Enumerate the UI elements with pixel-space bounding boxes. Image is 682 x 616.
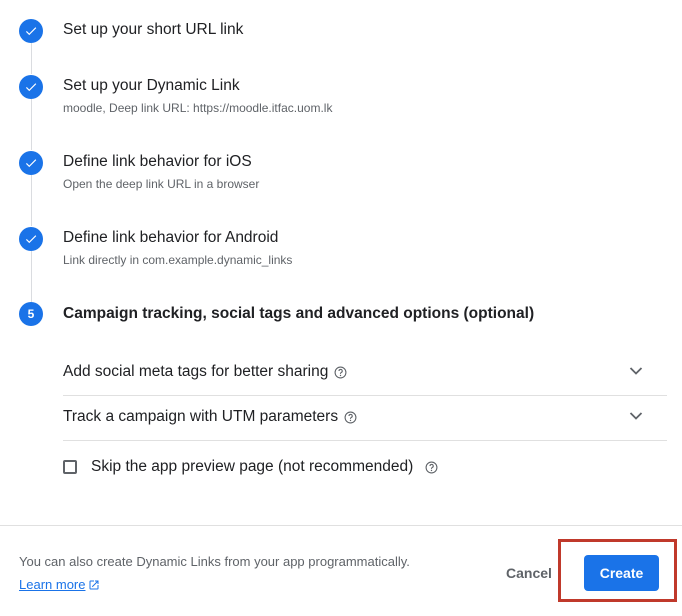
step-complete-badge <box>19 19 43 43</box>
step-subtitle: Link directly in com.example.dynamic_lin… <box>63 253 293 267</box>
step-connector <box>31 175 32 226</box>
expander-text: Track a campaign with UTM parameters <box>63 408 339 425</box>
footer-info-text: You can also create Dynamic Links from y… <box>19 554 410 569</box>
expander-label: Track a campaign with UTM parameters <box>63 408 357 426</box>
learn-more-link[interactable]: Learn more <box>19 577 100 592</box>
help-icon[interactable] <box>334 366 347 379</box>
check-icon <box>25 83 37 92</box>
step-title: Set up your Dynamic Link <box>63 77 240 94</box>
step-complete-badge <box>19 75 43 99</box>
divider <box>63 440 667 441</box>
step-connector <box>31 99 32 150</box>
check-icon <box>25 27 37 36</box>
cancel-button[interactable]: Cancel <box>502 562 556 584</box>
open-in-new-icon <box>89 580 99 589</box>
step-connector <box>31 43 32 74</box>
footer-divider <box>0 525 682 526</box>
social-meta-tags-expander[interactable]: Add social meta tags for better sharing <box>63 350 667 394</box>
step-number: 5 <box>27 307 35 321</box>
step-connector <box>31 251 32 302</box>
check-icon <box>25 235 37 244</box>
expander-text: Add social meta tags for better sharing <box>63 363 329 380</box>
step-complete-badge <box>19 227 43 251</box>
expander-label: Add social meta tags for better sharing <box>63 363 347 381</box>
learn-more-text: Learn more <box>19 577 86 592</box>
step-subtitle: moodle, Deep link URL: https://moodle.it… <box>63 101 333 115</box>
checkbox-label[interactable]: Skip the app preview page (not recommend… <box>91 458 438 476</box>
step-title: Campaign tracking, social tags and advan… <box>63 305 535 322</box>
step-subtitle: Open the deep link URL in a browser <box>63 177 260 191</box>
chevron-down-icon[interactable] <box>629 366 643 376</box>
step-title: Set up your short URL link <box>63 21 244 38</box>
check-icon <box>25 159 37 168</box>
skip-preview-row: Skip the app preview page (not recommend… <box>63 455 438 479</box>
help-icon[interactable] <box>425 461 438 474</box>
step-number-badge: 5 <box>19 302 43 326</box>
chevron-down-icon[interactable] <box>629 411 643 421</box>
help-icon[interactable] <box>344 411 357 424</box>
skip-preview-checkbox[interactable] <box>63 460 77 474</box>
step-complete-badge <box>19 151 43 175</box>
step-title: Define link behavior for iOS <box>63 153 252 170</box>
utm-parameters-expander[interactable]: Track a campaign with UTM parameters <box>63 395 667 439</box>
checkbox-text: Skip the app preview page (not recommend… <box>91 458 414 475</box>
step-title: Define link behavior for Android <box>63 229 279 246</box>
create-button[interactable]: Create <box>584 555 659 591</box>
